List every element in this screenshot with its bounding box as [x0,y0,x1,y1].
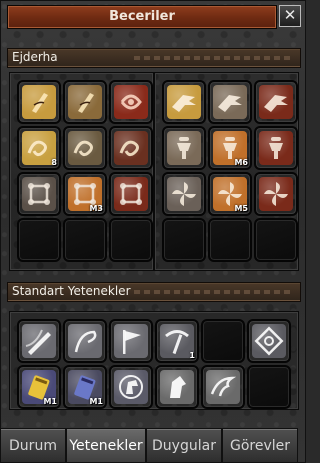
dragon-head-icon [172,95,196,112]
whip-icon [74,330,97,353]
section-header-dragon: Ejderha [7,48,301,68]
spinning-top-icon [177,137,191,159]
dragon-empty-slot [17,218,61,262]
ornament-divider [134,56,294,60]
skill-level-badge: 8 [51,158,57,167]
spinning-top-icon [269,137,283,159]
dragon-skill-slot[interactable]: M6 [208,126,252,170]
skill-level-badge: M3 [89,204,103,213]
dragon-head-icon [218,95,242,112]
tab-görevler[interactable]: Görevler [222,428,298,462]
dragon-skill-slot[interactable] [17,80,61,124]
standard-skill-slot[interactable]: M1 [63,365,107,409]
skill-level-badge: M1 [43,397,57,406]
close-icon: ✕ [283,6,297,24]
tab-label: Durum [9,438,57,454]
bottom-tab-bar: Durum Yetenekler Duygular Görevler [0,428,306,463]
dragon-skill-slot[interactable] [254,80,298,124]
dragon-skill-slot[interactable] [254,172,298,216]
dragon-skill-slot[interactable] [63,126,107,170]
dragon-empty-slot [208,218,252,262]
pinwheel-icon [264,182,288,206]
tab-label: Duygular [152,438,216,454]
skill-level-badge: M1 [89,397,103,406]
dragon-empty-slot [63,218,107,262]
dragon-scroll-icon [32,93,48,113]
dragon-skill-slot[interactable]: 8 [17,126,61,170]
standard-skill-slot[interactable] [17,319,61,363]
close-button[interactable]: ✕ [279,5,301,27]
dragon-skill-slot[interactable] [162,126,206,170]
section-header-standard: Standart Yetenekler [7,282,301,302]
section-label-standard: Standart Yetenekler [12,284,131,298]
dragon-skill-slot[interactable] [162,80,206,124]
dragon-swirl-icon [119,140,139,157]
dragon-swirl-icon [73,140,93,157]
dragon-skill-slot[interactable] [109,80,153,124]
tab-duygular[interactable]: Duygular [146,428,222,462]
chain-knot-icon [120,183,142,205]
dragon-skill-slot[interactable] [17,172,61,216]
sword-slash-icon [25,329,51,355]
standard-skill-slot[interactable] [109,319,153,363]
horse-charge-icon [210,376,237,397]
standard-skills-panel: 1 M1 M1 [9,311,299,410]
chain-knot-icon [28,183,50,205]
dragon-skill-slot[interactable] [162,172,206,216]
ornament-divider [134,290,294,294]
horse-emblem-icon [119,375,143,399]
skill-level-badge: M6 [234,158,248,167]
standard-skill-slot[interactable]: 1 [155,319,199,363]
dragon-skill-slot[interactable] [254,126,298,170]
standard-skill-slot[interactable] [109,365,153,409]
standard-skill-slot[interactable] [63,319,107,363]
dragon-empty-slot [254,218,298,262]
standard-skill-slot[interactable] [201,365,245,409]
pinwheel-icon [172,182,196,206]
standard-skill-slot[interactable]: M1 [17,365,61,409]
standard-skill-slot[interactable] [247,319,291,363]
dragon-empty-slot [109,218,153,262]
dragon-skill-slot[interactable] [63,80,107,124]
section-label-dragon: Ejderha [12,50,58,64]
tab-yetenekler[interactable]: Yetenekler [66,428,146,462]
tab-label: Yetenekler [69,438,143,454]
skill-level-badge: M5 [234,204,248,213]
dragon-skill-slot[interactable]: M3 [63,172,107,216]
dragon-skills-right-panel: M6 M5 [154,72,299,271]
dragon-coil-icon [120,94,142,110]
knot-emblem-icon [254,326,284,356]
tab-label: Görevler [229,438,291,454]
standard-empty-slot [201,319,245,363]
dragon-skill-slot[interactable] [109,126,153,170]
flag-icon [123,330,141,354]
dragon-skills-left-panel: 8 M3 [9,72,154,271]
tab-durum[interactable]: Durum [0,428,66,462]
horse-head-icon [170,376,186,398]
dragon-skill-slot[interactable] [208,80,252,124]
window-title: Beceriler [109,9,175,24]
dragon-skill-slot[interactable]: M5 [208,172,252,216]
dragon-skill-slot[interactable] [109,172,153,216]
skills-window: Beceriler ✕ Ejderha 8 M3 M6 M5 Standart Ye… [0,0,306,463]
dragon-scroll-icon [78,93,94,113]
standard-empty-slot [247,365,291,409]
dragon-empty-slot [162,218,206,262]
title-bar[interactable]: Beceriler [7,5,277,29]
skill-level-badge: 1 [189,351,195,360]
dragon-head-icon [264,95,288,112]
standard-skill-slot[interactable] [155,365,199,409]
